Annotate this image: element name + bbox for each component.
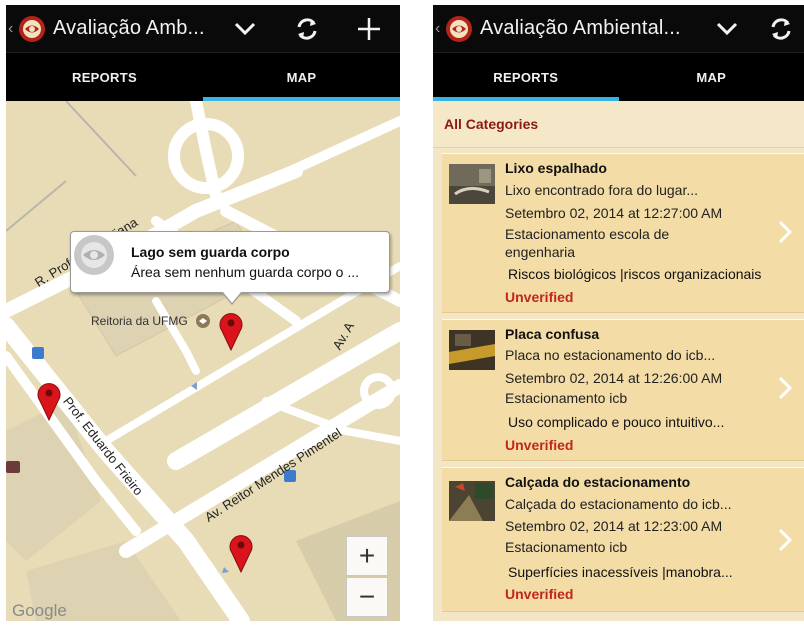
map-marker-callout[interactable]: Lago sem guarda corpo Área sem nenhum gu…	[70, 231, 390, 305]
report-date: Setembro 02, 2014 at 12:23:00 AM	[505, 518, 723, 534]
refresh-button[interactable]	[276, 5, 338, 52]
chevron-down-icon	[234, 22, 256, 35]
chevron-right-icon	[778, 376, 792, 400]
tab-reports[interactable]: REPORTS	[433, 53, 619, 101]
tab-map-label: MAP	[286, 69, 317, 85]
report-location: Estacionamento icb	[505, 390, 628, 406]
report-description: Lixo encontrado fora do lugar...	[505, 182, 699, 198]
zoom-out-button[interactable]: −	[346, 577, 388, 617]
poi-label-reitoria: Reitoria da UFMG	[91, 314, 188, 328]
action-bar: ‹ Avaliação Ambiental...	[433, 5, 804, 52]
report-thumbnail-icon	[74, 235, 114, 275]
report-categories: Riscos biológicos |riscos organizacionai…	[508, 266, 762, 282]
action-bar: ‹ Avaliação Amb...	[6, 5, 400, 52]
report-status: Unverified	[505, 586, 574, 602]
tab-bar: REPORTS MAP	[433, 52, 804, 101]
tab-map[interactable]: MAP	[619, 53, 804, 101]
tab-bar: REPORTS MAP	[6, 52, 400, 101]
callout-description: Área sem nenhum guarda corpo o ...	[131, 264, 360, 280]
report-thumbnail	[449, 164, 495, 204]
back-caret-icon[interactable]: ‹	[8, 20, 17, 38]
tab-reports-label: REPORTS	[493, 69, 559, 85]
app-logo[interactable]	[444, 14, 474, 44]
map-marker-pin[interactable]	[36, 381, 62, 421]
report-item[interactable]: Lixo espalhado Lixo encontrado fora do l…	[442, 153, 804, 313]
tab-reports[interactable]: REPORTS	[6, 53, 203, 101]
report-title: Lixo espalhado	[505, 160, 607, 176]
report-title: Placa confusa	[505, 326, 600, 342]
add-report-button[interactable]	[338, 5, 400, 52]
map-canvas	[6, 101, 400, 621]
report-item[interactable]: Placa confusa Placa no estacionamento do…	[442, 319, 804, 461]
refresh-button[interactable]	[758, 5, 804, 52]
chevron-right-icon	[778, 220, 792, 244]
callout-title: Lago sem guarda corpo	[131, 244, 290, 260]
zoom-in-button[interactable]: +	[346, 536, 388, 576]
tab-map-label: MAP	[696, 69, 727, 85]
map-view[interactable]: R. Prof. Baeta Viana Av. A Prof. Eduardo…	[6, 101, 400, 621]
chevron-right-icon	[778, 528, 792, 552]
report-categories: Uso complicado e pouco intuitivo...	[508, 414, 725, 430]
add-icon	[358, 17, 380, 40]
report-description: Placa no estacionamento do icb...	[505, 347, 716, 363]
report-status: Unverified	[505, 437, 574, 453]
filter-dropdown-button[interactable]	[696, 5, 758, 52]
report-status: Unverified	[505, 289, 574, 305]
report-thumbnail	[449, 481, 495, 521]
report-categories: Superfícies inacessíveis |manobra...	[508, 564, 733, 580]
report-description: Calçada do estacionamento do icb...	[505, 496, 732, 512]
back-caret-icon[interactable]: ‹	[435, 20, 444, 38]
app-title: Avaliação Ambiental...	[480, 17, 681, 39]
tab-map[interactable]: MAP	[203, 53, 400, 101]
chevron-down-icon	[716, 22, 738, 35]
report-title: Calçada do estacionamento	[505, 474, 691, 490]
report-item[interactable]: Calçada do estacionamento Calçada do est…	[442, 467, 804, 612]
map-screen: ‹ Avaliação Amb... REPORTS MAP R. Prof. …	[6, 5, 400, 621]
report-location: Estacionamento icb	[505, 539, 628, 555]
refresh-icon	[297, 17, 317, 40]
report-date: Setembro 02, 2014 at 12:26:00 AM	[505, 370, 723, 386]
refresh-icon	[771, 17, 791, 40]
map-marker-pin[interactable]	[228, 533, 254, 573]
filter-dropdown-button[interactable]	[214, 5, 276, 52]
reports-list: All Categories Lixo espalhado Lixo encon…	[433, 101, 804, 621]
google-attribution: Google	[12, 601, 67, 620]
category-header[interactable]: All Categories	[433, 101, 804, 148]
map-marker-pin[interactable]	[218, 311, 244, 351]
tab-reports-label: REPORTS	[72, 69, 137, 85]
report-thumbnail	[449, 330, 495, 370]
app-logo[interactable]	[17, 14, 47, 44]
report-date: Setembro 02, 2014 at 12:27:00 AM	[505, 205, 723, 221]
report-location: Estacionamento escola de engenharia	[505, 226, 670, 260]
reports-screen: ‹ Avaliação Ambiental... REPORTS MAP All…	[433, 5, 804, 621]
school-icon	[196, 314, 210, 328]
app-title: Avaliação Amb...	[53, 17, 205, 39]
